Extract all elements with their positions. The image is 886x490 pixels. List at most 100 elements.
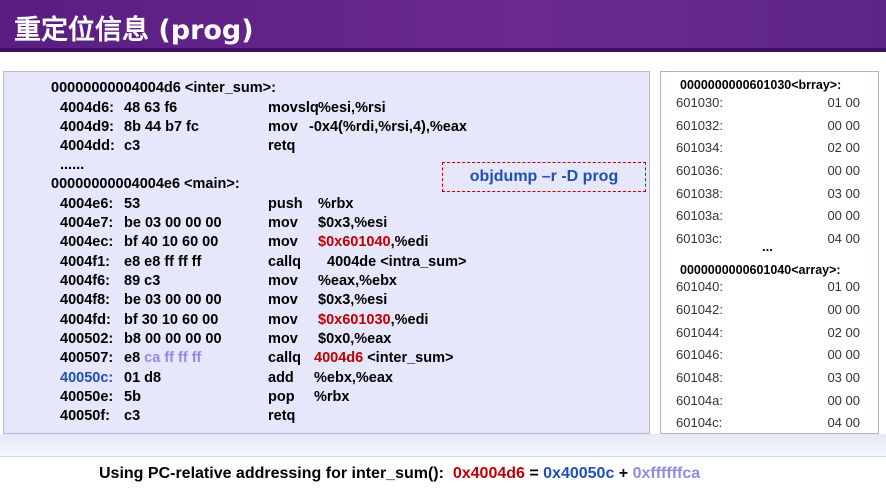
operands: $0x601040,%edi — [318, 234, 428, 250]
bytes: bf 40 10 60 00 — [124, 234, 219, 250]
operands: 4004de <intra_sum> — [327, 254, 467, 270]
mem-addr: 60104a: — [676, 393, 723, 408]
mem-addr: 60104c: — [676, 415, 723, 430]
mnemonic: mov — [268, 273, 298, 289]
mnemonic: callq — [268, 254, 302, 270]
operands: -0x4(%rdi,%rsi,4),%eax — [309, 119, 467, 135]
addr: 4004d9: — [60, 119, 115, 135]
operands: $0x3,%esi — [318, 215, 388, 231]
operand-rest: ,%edi — [390, 234, 429, 250]
addr: 4004e7: — [60, 215, 114, 231]
bytes: e8 e8 ff ff ff — [124, 254, 202, 270]
mnemonic: retq — [268, 138, 296, 154]
addr: 40050c: — [60, 370, 114, 386]
mem-value: 01 00 — [827, 279, 860, 294]
bytes: c3 — [124, 408, 141, 424]
addr: 4004e6: — [60, 196, 114, 212]
mnemonic: retq — [268, 408, 296, 424]
header-stripe — [0, 48, 886, 52]
addr: 400502: — [60, 331, 114, 347]
mnemonic: pop — [268, 389, 295, 405]
slide-header: 重定位信息 (prog) — [0, 0, 886, 52]
disassembly-panel: 00000000004004d6 <inter_sum>: 4004d6: 48… — [3, 71, 650, 434]
mem-value: 03 00 — [827, 370, 860, 385]
bytes: be 03 00 00 00 — [124, 215, 222, 231]
bytes: b8 00 00 00 00 — [124, 331, 222, 347]
equals-sign: = — [524, 465, 544, 482]
ellipsis: ... — [762, 239, 773, 254]
footer-caption: Using PC-relative addressing for inter_s… — [99, 465, 700, 483]
operands: $0x0,%eax — [318, 331, 392, 347]
addr: 4004ec: — [60, 234, 114, 250]
mnemonic: add — [268, 370, 294, 386]
objdump-command: objdump –r -D prog — [442, 162, 646, 192]
operand-rest: ,%edi — [390, 312, 429, 328]
footer-gradient — [0, 434, 886, 456]
mnemonic: push — [268, 196, 303, 212]
offset-value: 0xffffffca — [632, 465, 701, 482]
mem-value: 00 00 — [827, 118, 860, 133]
bytes: 5b — [124, 389, 141, 405]
mnemonic: movslq — [268, 100, 319, 116]
addr: 4004f6: — [60, 273, 110, 289]
addr: 4004fd: — [60, 312, 111, 328]
bytes: be 03 00 00 00 — [124, 292, 222, 308]
array-label: 0000000000601040<array>: — [680, 263, 841, 277]
operands: %rbx — [314, 389, 350, 405]
mem-addr: 601048: — [676, 370, 723, 385]
slide-title: 重定位信息 (prog) — [14, 15, 254, 46]
operands: %esi,%rsi — [318, 100, 386, 116]
mnemonic: mov — [268, 119, 298, 135]
addr: 4004f1: — [60, 254, 110, 270]
operands: %ebx,%eax — [314, 370, 393, 386]
bytes: e8 ca ff ff ff — [124, 350, 201, 366]
addr: 4004dd: — [60, 138, 115, 154]
offset-bytes: ca ff ff ff — [144, 350, 202, 366]
addr: 4004d6: — [60, 100, 115, 116]
brray-label: 0000000000601030<brray>: — [680, 78, 842, 92]
caption-prefix: Using PC-relative addressing for inter_s… — [99, 465, 453, 482]
operands: %rbx — [318, 196, 354, 212]
mem-value: 00 00 — [827, 347, 860, 362]
mnemonic: mov — [268, 312, 298, 328]
reloc-address: $0x601040 — [318, 234, 391, 250]
memory-panel: 0000000000601030<brray>: 601030: 01 00 6… — [660, 71, 879, 434]
mem-value: 00 00 — [827, 208, 860, 223]
opcode: e8 — [124, 350, 145, 366]
mem-addr: 601032: — [676, 118, 723, 133]
mem-addr: 601040: — [676, 279, 723, 294]
plus-sign: + — [614, 465, 633, 482]
operands: $0x3,%esi — [318, 292, 388, 308]
mem-value: 04 00 — [827, 415, 860, 430]
addr: 40050f: — [60, 408, 110, 424]
bytes: 53 — [124, 196, 141, 212]
operands: 4004d6 <inter_sum> — [314, 350, 453, 366]
mem-addr: 60103c: — [676, 231, 723, 246]
mem-addr: 601030: — [676, 95, 723, 110]
mem-value: 00 00 — [827, 302, 860, 317]
addr: 400507: — [60, 350, 114, 366]
pc-address: 0x40050c — [543, 465, 615, 482]
mem-addr: 601038: — [676, 186, 723, 201]
bytes: bf 30 10 60 00 — [124, 312, 219, 328]
bytes: c3 — [124, 138, 141, 154]
addr: 4004f8: — [60, 292, 110, 308]
operand-rest: <inter_sum> — [363, 350, 454, 366]
mnemonic: mov — [268, 234, 298, 250]
bytes: 89 c3 — [124, 273, 161, 289]
addr: 40050e: — [60, 389, 114, 405]
mem-value: 02 00 — [827, 140, 860, 155]
mem-value: 04 00 — [827, 231, 860, 246]
mem-value: 02 00 — [827, 325, 860, 340]
mem-value: 01 00 — [827, 95, 860, 110]
mem-value: 00 00 — [827, 163, 860, 178]
reloc-address: $0x601030 — [318, 312, 391, 328]
mem-addr: 601036: — [676, 163, 723, 178]
mem-value: 00 00 — [827, 393, 860, 408]
mnemonic: mov — [268, 292, 298, 308]
mem-addr: 601042: — [676, 302, 723, 317]
operands: $0x601030,%edi — [318, 312, 428, 328]
mnemonic: mov — [268, 331, 298, 347]
main-label: 00000000004004e6 <main>: — [51, 176, 240, 192]
bytes: 8b 44 b7 fc — [124, 119, 199, 135]
